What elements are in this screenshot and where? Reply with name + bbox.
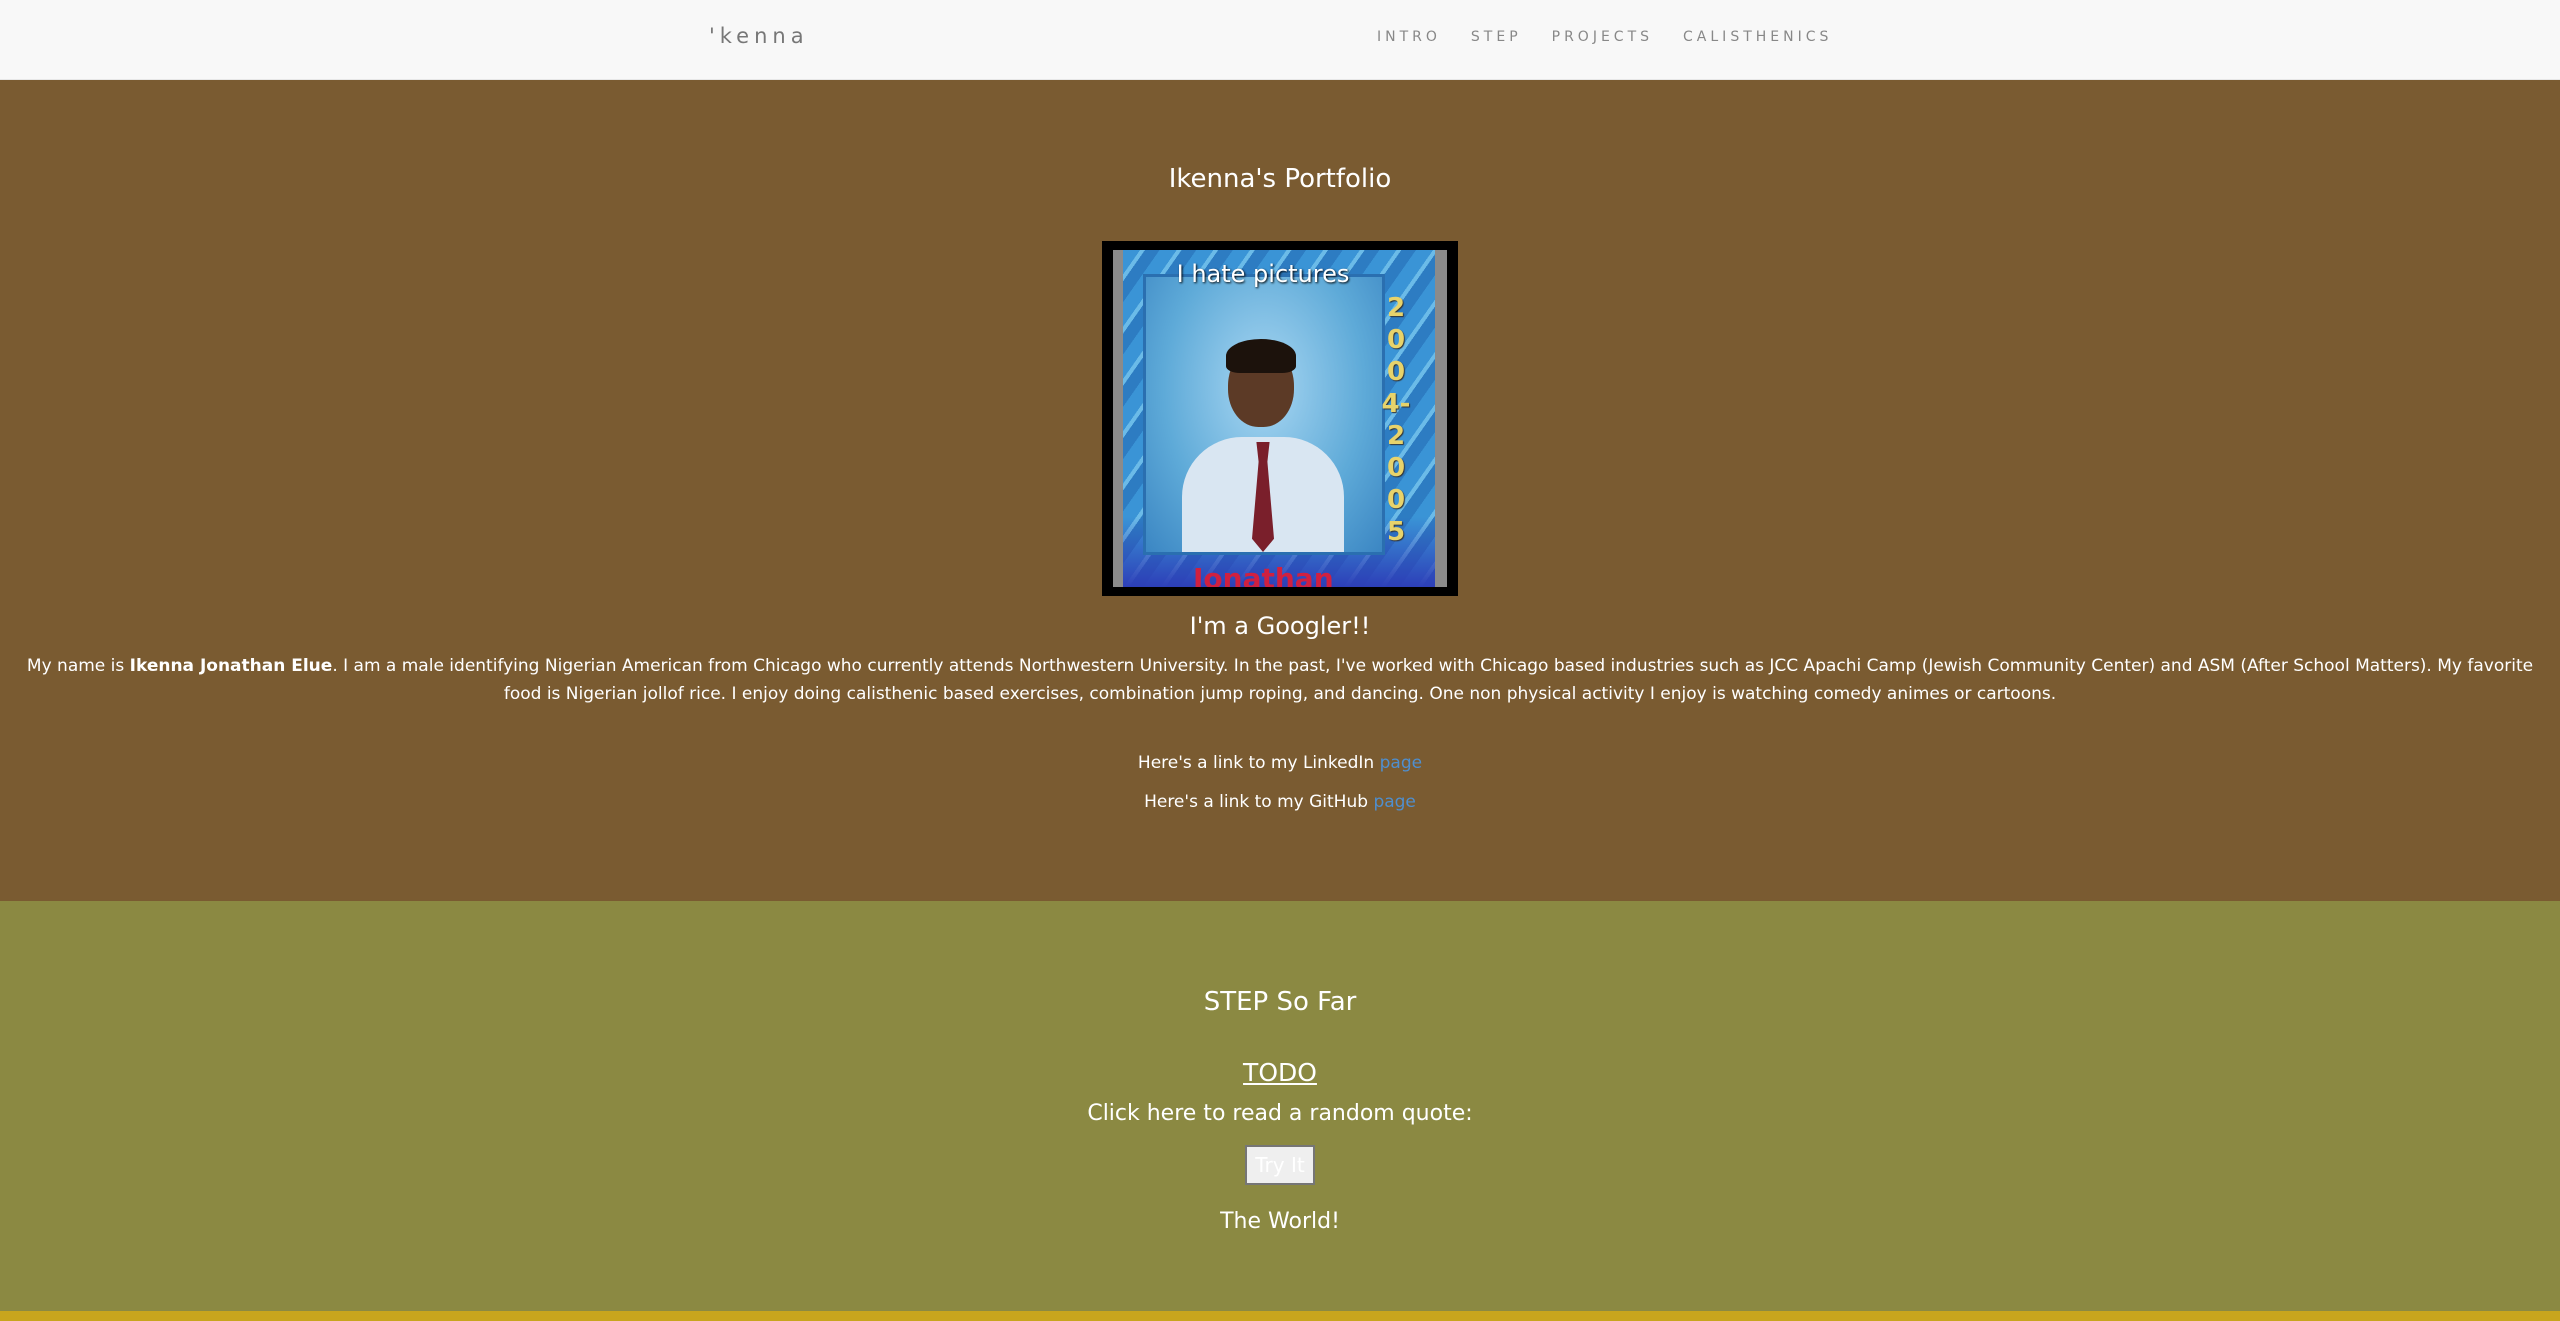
photo-caption: I hate pictures [1176,260,1350,288]
linkedin-line: Here's a link to my LinkedIn page [0,753,2560,773]
profile-photo: I hate pictures 2004-2005 Jonathan [1102,241,1458,596]
linkedin-text: Here's a link to my LinkedIn [1137,753,1380,773]
step-title: STEP So Far [1203,987,1357,1017]
bio-text: . I am a male identifying Nigerian Ameri… [332,656,2534,704]
linkedin-link[interactable]: page [1380,753,1422,773]
step-section: STEP So Far TODO Click here to read a ra… [0,901,2560,1311]
portfolio-title: Ikenna's Portfolio [1168,164,1392,194]
portrait-hair [1226,339,1296,373]
quote-prompt: Click here to read a random quote: [1087,1101,1473,1126]
intro-section: Ikenna's Portfolio I hate pictures 2004-… [0,80,2560,901]
nav-link-calisthenics[interactable]: CALISTHENICS [1683,29,1832,45]
photo-image: I hate pictures 2004-2005 Jonathan [1113,250,1447,587]
bio-name: Ikenna Jonathan Elue [129,656,333,676]
github-text: Here's a link to my GitHub [1144,792,1374,812]
photo-years: 2004-2005 [1381,293,1411,547]
todo-link[interactable]: TODO [0,1058,2560,1087]
nav-link-intro[interactable]: INTRO [1377,29,1441,45]
navbar: 'kenna INTRO STEP PROJECTS CALISTHENICS [0,0,2560,80]
github-link[interactable]: page [1373,792,1415,812]
bio-prefix: My name is [26,656,130,676]
footer-strip [0,1311,2560,1321]
github-line: Here's a link to my GitHub page [0,792,2560,812]
nav-link-step[interactable]: STEP [1471,29,1522,45]
nav-links: INTRO STEP PROJECTS CALISTHENICS [1377,29,1862,45]
quote-output: The World! [1220,1209,1340,1234]
bio-paragraph: My name is Ikenna Jonathan Elue. I am a … [20,652,2540,708]
photo-portrait-window [1143,274,1385,555]
nav-link-projects[interactable]: PROJECTS [1552,29,1653,45]
try-it-button[interactable]: Try It [1245,1145,1315,1185]
googler-heading: I'm a Googler!! [1189,612,1371,640]
photo-name: Jonathan [1193,562,1334,587]
brand-logo[interactable]: 'kenna [709,24,809,48]
